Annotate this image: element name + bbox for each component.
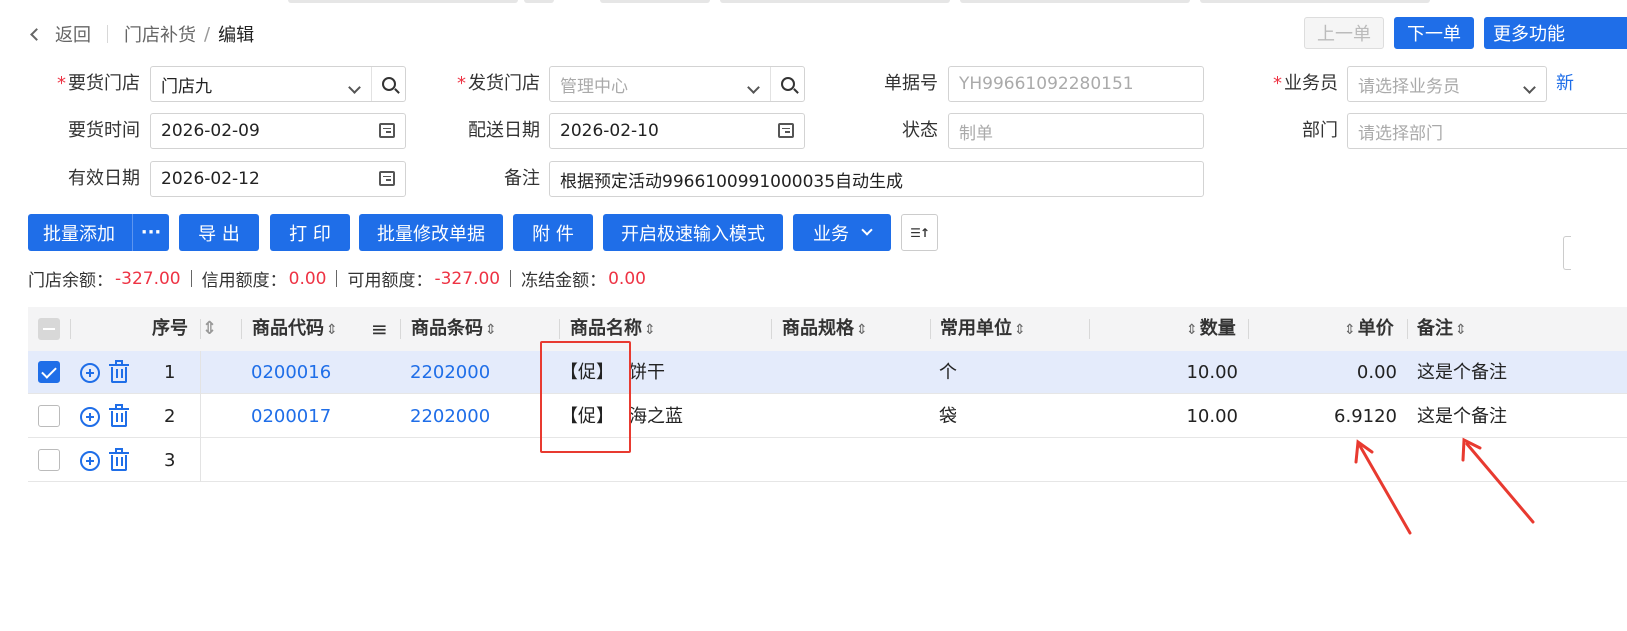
annotation-arrows	[1354, 437, 1535, 535]
annotation-arrow-remark	[1465, 442, 1535, 524]
annotation-arrow-price	[1358, 444, 1412, 535]
